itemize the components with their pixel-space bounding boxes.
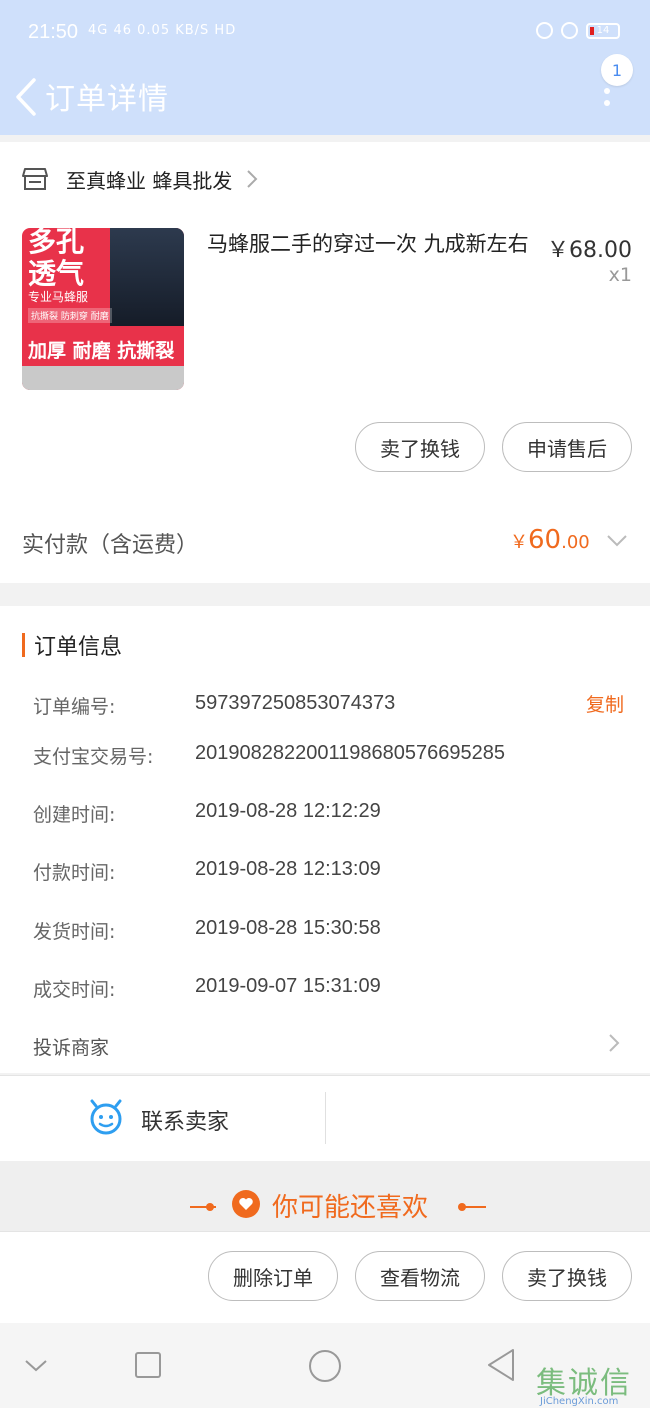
- after-sale-button[interactable]: 申请售后: [502, 422, 632, 472]
- thumb-tags: 抗撕裂 防刺穿 耐磨: [28, 308, 112, 323]
- lock-icon: [536, 22, 553, 39]
- chat-face-icon: [90, 1099, 122, 1135]
- status-bar: 21:50 4G 46 0.05 KB/S HD 14: [0, 0, 650, 66]
- recent-apps-icon[interactable]: [134, 1351, 162, 1379]
- product-thumbnail[interactable]: 多孔 透气 专业马蜂服 抗撕裂 防刺穿 耐磨 加厚 耐磨 抗撕裂: [22, 228, 184, 390]
- status-time: 21:50: [28, 21, 79, 43]
- recommend-header: 你可能还喜欢: [0, 1161, 650, 1231]
- network-indicator: 4G 46 0.05 KB/S HD: [88, 23, 237, 38]
- divider: [325, 1092, 326, 1144]
- complain-seller-link[interactable]: 投诉商家: [33, 1033, 109, 1060]
- heart-icon: [232, 1190, 260, 1218]
- thumb-slogan: 加厚 耐磨 抗撕裂: [28, 340, 175, 362]
- delete-order-button[interactable]: 删除订单: [208, 1251, 338, 1301]
- store-icon: [22, 168, 48, 190]
- collapse-down-icon[interactable]: [24, 1359, 48, 1373]
- alarm-icon: [561, 22, 578, 39]
- chevron-right-icon: [609, 1034, 620, 1052]
- store-name: 至真蜂业 蜂具批发: [66, 168, 233, 193]
- deco-line: [190, 1206, 216, 1208]
- product-title[interactable]: 马蜂服二手的穿过一次 九成新左右: [207, 230, 537, 258]
- contact-seller-button[interactable]: 联系卖家: [141, 1104, 229, 1136]
- message-badge[interactable]: 1: [601, 54, 633, 86]
- sell-for-cash-button[interactable]: 卖了换钱: [355, 422, 485, 472]
- more-menu-icon[interactable]: [604, 88, 610, 112]
- thumb-detail-strip: [22, 366, 184, 390]
- battery-icon: 14: [586, 22, 620, 39]
- chevron-right-icon: [247, 170, 258, 188]
- store-link[interactable]: 至真蜂业 蜂具批发: [22, 164, 258, 194]
- payment-amount: ￥60.00: [510, 525, 590, 555]
- recommend-title: 你可能还喜欢: [272, 1193, 429, 1223]
- section-title: 订单信息: [22, 630, 122, 660]
- app-header-area: 21:50 4G 46 0.05 KB/S HD 14 订单详情 1: [0, 0, 650, 135]
- thumb-caption: 多孔 透气: [28, 228, 85, 290]
- contact-bar: 联系卖家: [0, 1075, 650, 1161]
- status-right-icons: 14: [536, 22, 620, 39]
- back-triangle-icon[interactable]: [486, 1348, 516, 1382]
- payment-label: 实付款（含运费）: [22, 533, 199, 558]
- nav-header: 订单详情 1: [0, 54, 650, 135]
- thumb-subcaption: 专业马蜂服: [28, 290, 89, 304]
- sell-for-cash-button-bottom[interactable]: 卖了换钱: [502, 1251, 632, 1301]
- watermark-logo: 集诚信 JiChengXin.com: [536, 1366, 632, 1407]
- view-logistics-button[interactable]: 查看物流: [355, 1251, 485, 1301]
- product-quantity: x1: [608, 264, 632, 286]
- chevron-down-icon[interactable]: [606, 534, 628, 548]
- product-price: ￥68.00: [547, 238, 632, 263]
- copy-order-number-button[interactable]: 复制: [586, 690, 624, 717]
- page-title: 订单详情: [45, 82, 169, 117]
- home-icon[interactable]: [308, 1349, 342, 1383]
- deco-line: [460, 1206, 486, 1208]
- order-info-section: 订单信息 订单编号: 597397250853074373 复制 支付宝交易号:…: [0, 606, 650, 1073]
- back-arrow-icon[interactable]: [10, 72, 44, 122]
- suit-image: [110, 228, 184, 326]
- order-item-card: 至真蜂业 蜂具批发 多孔 透气 专业马蜂服 抗撕裂 防刺穿 耐磨 加厚 耐磨 抗撕…: [0, 142, 650, 583]
- bottom-action-bar: 删除订单 查看物流 卖了换钱: [0, 1231, 650, 1323]
